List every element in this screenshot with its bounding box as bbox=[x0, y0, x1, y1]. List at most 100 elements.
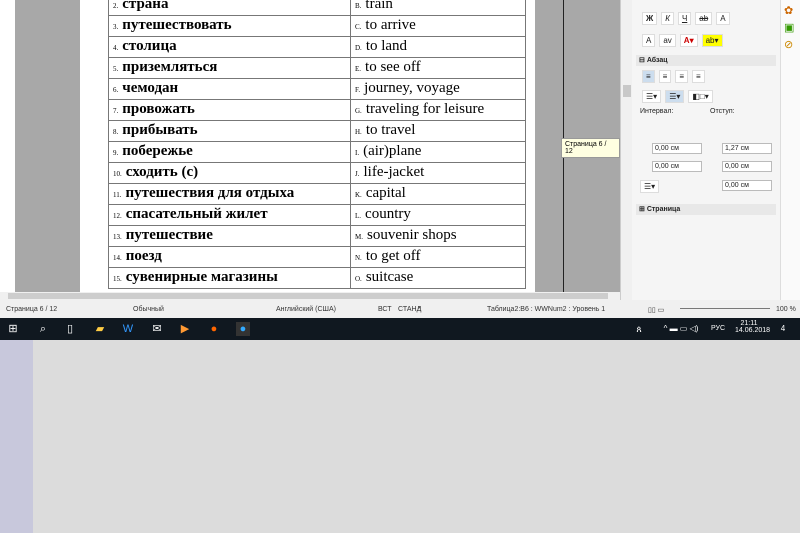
english-cell[interactable]: K. capital bbox=[350, 183, 526, 205]
gallery-icon[interactable]: ▣ bbox=[784, 21, 797, 34]
table-row[interactable]: 6. чемодан F. journey, voyage bbox=[108, 78, 526, 100]
align-right-icon[interactable]: ≡ bbox=[675, 70, 689, 83]
english-cell[interactable]: O. suitcase bbox=[350, 267, 526, 289]
english-cell[interactable]: H. to travel bbox=[350, 120, 526, 142]
search-icon[interactable]: ⌕ bbox=[36, 322, 50, 336]
styles-icon[interactable]: ✿ bbox=[784, 4, 797, 17]
russian-cell[interactable]: 7. провожать bbox=[108, 99, 351, 121]
english-cell[interactable]: N. to get off bbox=[350, 246, 526, 268]
table-row[interactable]: 13. путешествие M. souvenir shops bbox=[108, 225, 526, 247]
horizontal-scrollbar[interactable] bbox=[0, 292, 620, 300]
russian-cell[interactable]: 2. страна bbox=[108, 0, 351, 16]
table-row[interactable]: 11. путешествия для отдыха K. capital bbox=[108, 183, 526, 205]
russian-cell[interactable]: 13. путешествие bbox=[108, 225, 351, 247]
first-line-indent-field[interactable]: 0,00 см bbox=[722, 180, 772, 191]
russian-cell[interactable]: 8. прибывать bbox=[108, 120, 351, 142]
table-row[interactable]: 15. сувенирные магазины O. suitcase bbox=[108, 267, 526, 289]
english-cell[interactable]: M. souvenir shops bbox=[350, 225, 526, 247]
bold-button[interactable]: Ж bbox=[642, 12, 658, 25]
russian-cell[interactable]: 12. спасательный жилет bbox=[108, 204, 351, 226]
italic-button[interactable]: К bbox=[661, 12, 674, 25]
scroll-thumb[interactable] bbox=[623, 85, 631, 97]
english-cell[interactable]: I. (air)plane bbox=[350, 141, 526, 163]
spacing-below-field[interactable]: 0,00 см bbox=[652, 161, 702, 172]
russian-cell[interactable]: 10. сходить (с) bbox=[108, 162, 351, 184]
scroll-thumb[interactable] bbox=[8, 293, 608, 299]
table-row[interactable]: 10. сходить (с) J. life-jacket bbox=[108, 162, 526, 184]
russian-cell[interactable]: 14. поезд bbox=[108, 246, 351, 268]
notification-icon[interactable]: 4 bbox=[776, 322, 790, 336]
english-cell[interactable]: J. life-jacket bbox=[350, 162, 526, 184]
russian-cell[interactable]: 5. приземляться bbox=[108, 57, 351, 79]
properties-sidebar: Ж К Ч ab A A av A▾ ab▾ ⊟ Абзац ≡ ≡ ≡ ≡ ☰… bbox=[632, 0, 780, 300]
table-row[interactable]: 8. прибывать H. to travel bbox=[108, 120, 526, 142]
start-icon[interactable]: ⊞ bbox=[6, 322, 20, 336]
russian-cell[interactable]: 6. чемодан bbox=[108, 78, 351, 100]
insert-mode[interactable]: ВСТ bbox=[378, 306, 392, 313]
table-row[interactable]: 12. спасательный жилет L. country bbox=[108, 204, 526, 226]
tray-icons[interactable]: ^ ▬ ▭ ◁) bbox=[656, 322, 706, 336]
english-cell[interactable]: C. to arrive bbox=[350, 15, 526, 37]
strikethrough-button[interactable]: ab bbox=[695, 12, 713, 25]
document-area[interactable]: 2. страна B. train 3. путешествовать C. to arri… bbox=[0, 0, 620, 292]
russian-cell[interactable]: 9. побережье bbox=[108, 141, 351, 163]
underline-button[interactable]: Ч bbox=[677, 12, 692, 25]
english-cell[interactable]: D. to land bbox=[350, 36, 526, 58]
zoom-level[interactable]: 100 % bbox=[776, 306, 796, 313]
table-row[interactable]: 2. страна B. train bbox=[108, 0, 526, 16]
view-layout-icons[interactable]: ▯▯ ▭ bbox=[648, 306, 664, 314]
table-row[interactable]: 4. столица D. to land bbox=[108, 36, 526, 58]
align-left-icon[interactable]: ≡ bbox=[642, 70, 655, 83]
bullets-icon[interactable]: ☰▾ bbox=[642, 90, 662, 103]
clock[interactable]: 21:11 14.06.2018 bbox=[735, 320, 770, 334]
firefox-icon[interactable]: ● bbox=[207, 322, 221, 336]
file-explorer-icon[interactable]: ▰ bbox=[93, 322, 107, 336]
background-color-icon[interactable]: ◧□▾ bbox=[688, 90, 713, 103]
page-count[interactable]: Страница 6 / 12 bbox=[6, 306, 57, 313]
mail-icon[interactable]: ✉ bbox=[150, 322, 164, 336]
numbering-icon[interactable]: ☰▾ bbox=[665, 90, 685, 103]
russian-word: приземляться bbox=[122, 59, 218, 75]
indent-after-field[interactable]: 0,00 см bbox=[722, 161, 772, 172]
page-section-header[interactable]: ⊞ Страница bbox=[636, 204, 776, 215]
russian-cell[interactable]: 11. путешествия для отдыха bbox=[108, 183, 351, 205]
navigator-icon[interactable]: ⊘ bbox=[784, 38, 797, 51]
vertical-scrollbar[interactable] bbox=[620, 0, 632, 300]
input-language[interactable]: РУС bbox=[710, 322, 726, 336]
word-icon[interactable]: W bbox=[121, 322, 135, 336]
table-row[interactable]: 5. приземляться E. to see off bbox=[108, 57, 526, 79]
row-number: 8. bbox=[113, 128, 119, 136]
english-cell[interactable]: E. to see off bbox=[350, 57, 526, 79]
page-style[interactable]: Обычный bbox=[133, 306, 164, 313]
paragraph-section-header[interactable]: ⊟ Абзац bbox=[636, 55, 776, 66]
justify-icon[interactable]: ≡ bbox=[692, 70, 705, 83]
english-cell[interactable]: G. traveling for leisure bbox=[350, 99, 526, 121]
line-spacing-icon[interactable]: ☰▾ bbox=[640, 180, 660, 193]
people-icon[interactable]: ጰ bbox=[632, 322, 646, 336]
task-view-icon[interactable]: ▯ bbox=[63, 322, 77, 336]
row-letter: F. bbox=[355, 86, 361, 94]
vocabulary-table[interactable]: 2. страна B. train 3. путешествовать C. to arri… bbox=[108, 0, 526, 289]
table-row[interactable]: 3. путешествовать C. to arrive bbox=[108, 15, 526, 37]
table-row[interactable]: 14. поезд N. to get off bbox=[108, 246, 526, 268]
russian-cell[interactable]: 4. столица bbox=[108, 36, 351, 58]
indent-before-field[interactable]: 1,27 см bbox=[722, 143, 772, 154]
font-grow-icon[interactable]: A bbox=[642, 34, 656, 47]
spacing-above-field[interactable]: 0,00 см bbox=[652, 143, 702, 154]
char-spacing-icon[interactable]: av bbox=[659, 34, 676, 47]
shadow-button[interactable]: A bbox=[716, 12, 730, 25]
english-cell[interactable]: F. journey, voyage bbox=[350, 78, 526, 100]
table-row[interactable]: 9. побережье I. (air)plane bbox=[108, 141, 526, 163]
app-icon[interactable]: ● bbox=[236, 322, 250, 336]
english-cell[interactable]: L. country bbox=[350, 204, 526, 226]
align-center-icon[interactable]: ≡ bbox=[658, 70, 672, 83]
zoom-slider[interactable] bbox=[680, 304, 770, 309]
language[interactable]: Английский (США) bbox=[276, 306, 336, 313]
russian-cell[interactable]: 15. сувенирные магазины bbox=[108, 267, 351, 289]
highlight-icon[interactable]: ab▾ bbox=[701, 34, 723, 47]
font-color-icon[interactable]: A▾ bbox=[679, 34, 698, 47]
table-row[interactable]: 7. провожать G. traveling for leisure bbox=[108, 99, 526, 121]
english-cell[interactable]: B. train bbox=[350, 0, 526, 16]
media-player-icon[interactable]: ▶ bbox=[178, 322, 192, 336]
russian-cell[interactable]: 3. путешествовать bbox=[108, 15, 351, 37]
